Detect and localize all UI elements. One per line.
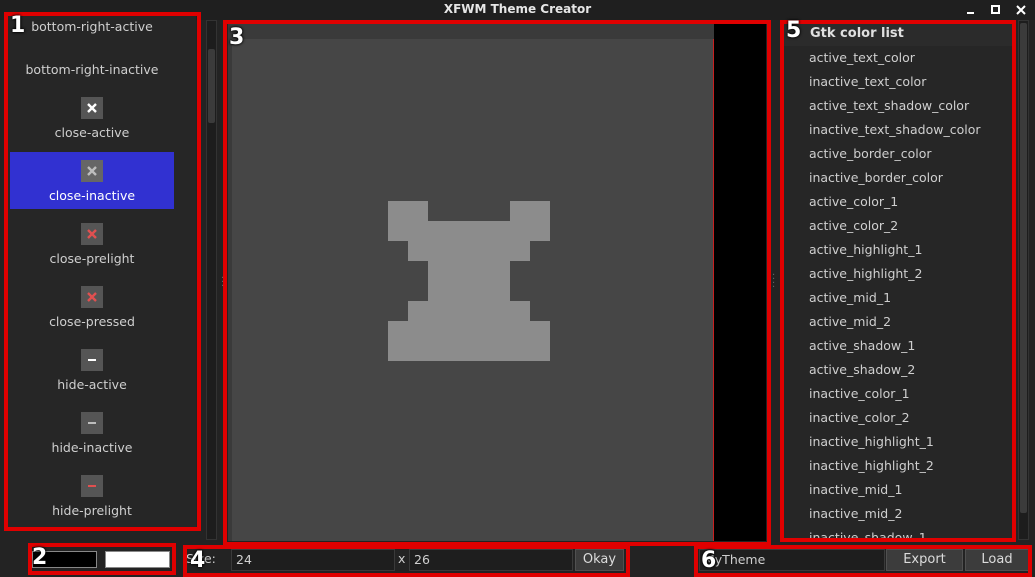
window-title: XFWM Theme Creator <box>443 2 592 16</box>
list-item[interactable]: hide-prelight <box>10 475 174 525</box>
list-item-label: close-pressed <box>49 314 135 329</box>
color-list-item[interactable]: inactive_mid_1 <box>784 478 1012 502</box>
list-item-label: hide-inactive <box>51 440 133 455</box>
preview-background-strip <box>714 24 766 541</box>
list-item[interactable]: close-prelight <box>10 223 174 273</box>
color-list-item[interactable]: active_highlight_2 <box>784 262 1012 286</box>
color-list-item[interactable]: active_text_shadow_color <box>784 94 1012 118</box>
annotation-number: 5 <box>786 18 802 43</box>
color-list-item[interactable]: inactive_mid_2 <box>784 502 1012 526</box>
color-list-item[interactable]: inactive_highlight_1 <box>784 430 1012 454</box>
color-list-item[interactable]: active_text_color <box>784 46 1012 70</box>
background-color-swatch[interactable] <box>105 551 170 568</box>
list-item[interactable]: close-pressed <box>10 286 174 336</box>
hide-icon <box>81 412 103 434</box>
list-item[interactable]: hide-active <box>10 349 174 399</box>
list-item-label: close-active <box>54 125 130 140</box>
color-list-item[interactable]: inactive_color_2 <box>784 406 1012 430</box>
width-input[interactable]: 24 <box>231 549 395 571</box>
close-icon <box>81 286 103 308</box>
preview-area <box>228 24 766 541</box>
list-item-label: hide-active <box>57 377 127 392</box>
color-list-item[interactable]: inactive_text_shadow_color <box>784 118 1012 142</box>
list-item-selected[interactable]: close-inactive <box>10 152 174 209</box>
color-list-item[interactable]: inactive_highlight_2 <box>784 454 1012 478</box>
hide-icon <box>81 349 103 371</box>
list-item-label: close-inactive <box>48 188 136 203</box>
size-separator: x <box>398 551 406 566</box>
annotation-number: 4 <box>190 548 206 573</box>
close-icon <box>388 201 550 361</box>
height-input[interactable]: 26 <box>409 549 573 571</box>
color-list-item[interactable]: inactive_color_1 <box>784 382 1012 406</box>
list-item[interactable]: bottom-right-inactive <box>10 60 174 82</box>
export-button[interactable]: Export <box>886 549 963 571</box>
sidebar-scrollbar[interactable] <box>206 20 217 540</box>
annotation-number: 2 <box>32 545 48 570</box>
scrollbar-thumb[interactable] <box>1020 23 1027 513</box>
annotation-number: 3 <box>229 25 245 50</box>
annotation-number: 6 <box>701 548 717 573</box>
list-item-label: close-prelight <box>49 251 135 266</box>
color-list-item[interactable]: active_mid_1 <box>784 286 1012 310</box>
close-icon <box>81 97 103 119</box>
close-icon <box>81 223 103 245</box>
close-icon <box>81 160 103 182</box>
color-list-item[interactable]: active_color_1 <box>784 190 1012 214</box>
image-list-sidebar: bottom-right-active bottom-right-inactiv… <box>8 15 196 527</box>
close-icon[interactable] <box>1014 3 1028 17</box>
maximize-icon[interactable] <box>989 3 1003 17</box>
pane-handle-left[interactable]: · · · <box>221 274 224 292</box>
hide-icon <box>81 475 103 497</box>
okay-button[interactable]: Okay <box>575 549 624 571</box>
color-list-item[interactable]: inactive_text_color <box>784 70 1012 94</box>
minimize-icon[interactable] <box>964 3 978 17</box>
color-list-item[interactable]: active_shadow_1 <box>784 334 1012 358</box>
color-list-scrollbar[interactable] <box>1018 20 1029 540</box>
color-list-item[interactable]: inactive_shadow_1 <box>784 526 1012 538</box>
color-list-item[interactable]: active_shadow_2 <box>784 358 1012 382</box>
list-item-label: bottom-right-active <box>31 19 153 34</box>
load-button[interactable]: Load <box>965 549 1029 571</box>
theme-name-input[interactable]: MyTheme <box>699 549 885 571</box>
gtk-color-list: Gtk color list active_text_color inactive… <box>784 22 1012 538</box>
list-item[interactable]: hide-inactive <box>10 412 174 462</box>
color-list-item[interactable]: active_color_2 <box>784 214 1012 238</box>
list-item[interactable]: close-active <box>10 97 174 147</box>
scrollbar-thumb[interactable] <box>208 49 215 123</box>
color-list-item[interactable]: inactive_border_color <box>784 166 1012 190</box>
list-item-label: bottom-right-inactive <box>25 62 159 77</box>
preview-canvas[interactable] <box>232 39 714 541</box>
annotation-number: 1 <box>10 13 26 38</box>
color-list-item[interactable]: active_highlight_1 <box>784 238 1012 262</box>
color-list-header[interactable]: Gtk color list <box>784 22 1012 46</box>
color-list-item[interactable]: active_mid_2 <box>784 310 1012 334</box>
list-item-label: hide-prelight <box>52 503 132 518</box>
color-list-item[interactable]: active_border_color <box>784 142 1012 166</box>
list-item[interactable]: bottom-right-active <box>10 17 174 37</box>
pane-handle-right[interactable]: · · · · <box>772 271 775 293</box>
